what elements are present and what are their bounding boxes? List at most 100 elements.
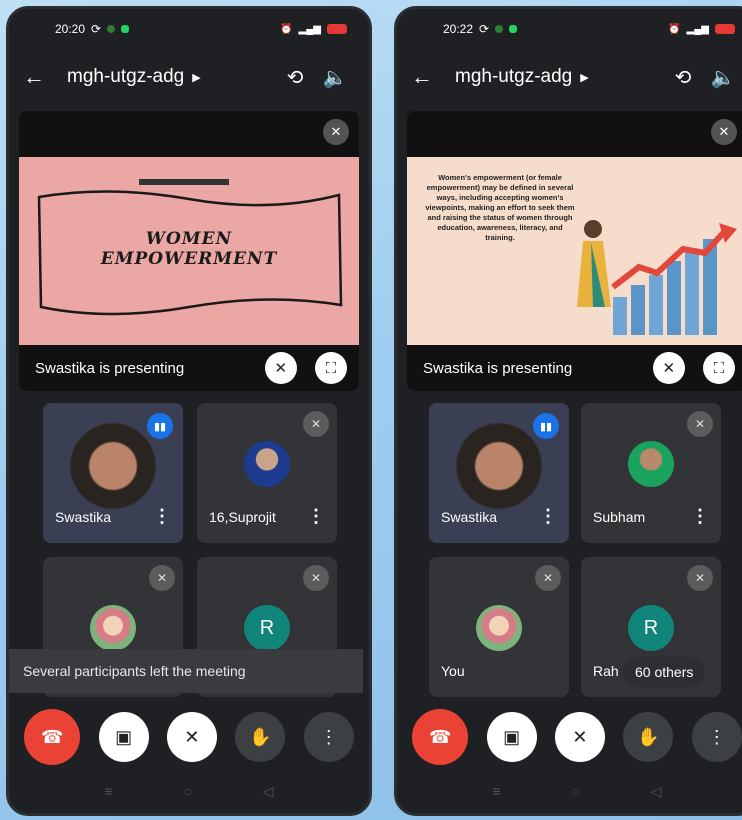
participant-name: Subham [593, 509, 646, 525]
status-bar: 20:20 ⟳ ⏰ ▂▄▆ [9, 9, 369, 49]
raise-hand-button[interactable]: ✋ [235, 712, 286, 762]
speaking-indicator-icon: ▮▮ [533, 413, 559, 439]
more-vert-icon[interactable]: ⋮ [539, 506, 557, 527]
speaking-indicator-icon: ▮▮ [147, 413, 173, 439]
camera-toggle-button[interactable]: ▣ [486, 712, 537, 762]
avatar [476, 605, 522, 651]
call-controls: ☎ ▣ ✕ ✋ ⋮ [397, 709, 742, 765]
end-call-button[interactable]: ☎ [412, 709, 469, 765]
home-icon[interactable]: ○ [571, 783, 579, 799]
back-nav-icon[interactable]: ◁ [263, 783, 274, 800]
speaker-icon[interactable]: 🔈 [703, 65, 742, 90]
participant-name: Swastika [55, 509, 112, 525]
mic-off-icon: ✕ [323, 119, 349, 145]
fullscreen-icon[interactable]: ⛶ [315, 352, 347, 385]
participant-tile[interactable]: ✕ You [429, 557, 569, 697]
others-chip[interactable]: 60 others [623, 657, 706, 687]
meeting-code[interactable]: mgh-utgz-adg ▶ [67, 66, 275, 88]
battery-icon [327, 24, 347, 34]
more-options-button[interactable]: ⋮ [303, 712, 354, 762]
participant-tile[interactable]: ✕ 16,Suprojit ⋮ [197, 403, 337, 543]
presentation-slide[interactable]: Women's empowerment (or female empowerme… [407, 157, 742, 345]
participant-name: Rah [593, 663, 619, 679]
slide-title-line1: WOMEN [145, 229, 233, 249]
presentation-card: ✕ Women's empowerment (or female empower… [407, 111, 742, 391]
participant-tile[interactable]: ▮▮ Swastika ⋮ [429, 403, 569, 543]
camera-toggle-button[interactable]: ▣ [98, 712, 149, 762]
recent-apps-icon[interactable]: ≡ [104, 783, 112, 799]
home-icon[interactable]: ○ [183, 783, 191, 799]
chevron-right-icon: ▶ [580, 71, 589, 84]
system-nav-bar: ≡ ○ ◁ [397, 769, 742, 813]
meeting-code-label: mgh-utgz-adg [455, 66, 573, 87]
mic-off-icon: ✕ [184, 726, 200, 747]
speaker-icon[interactable]: 🔈 [315, 65, 355, 90]
camera-switch-icon[interactable]: ⟲ [275, 65, 315, 90]
phone-end-icon: ☎ [428, 726, 452, 747]
camera-off-icon: ▣ [115, 726, 133, 747]
fullscreen-icon[interactable]: ⛶ [703, 352, 735, 385]
signal-icon: ▂▄▆ [686, 23, 709, 35]
participant-name: Swastika [441, 509, 498, 525]
presenter-label: Swastika is presenting [423, 359, 573, 377]
participant-tile[interactable]: ✕ Subham ⋮ [581, 403, 721, 543]
mic-off-icon: ✕ [535, 565, 561, 591]
avatar [244, 441, 290, 487]
raise-hand-button[interactable]: ✋ [623, 712, 674, 762]
toast-message: Several participants left the meeting [9, 649, 363, 693]
phone-end-icon: ☎ [40, 726, 64, 747]
presentation-card: ✕ WOMEN EMPOWERMENT Swastika is presenti… [19, 111, 359, 391]
slide-illustration [577, 220, 737, 335]
participant-name: You [441, 663, 465, 679]
camera-off-icon: ▣ [503, 726, 521, 747]
hand-icon: ✋ [249, 726, 272, 747]
sync-icon: ⟳ [91, 22, 102, 36]
mic-off-icon: ✕ [149, 565, 175, 591]
avatar: R [628, 605, 674, 651]
slide-title-line2: EMPOWERMENT [100, 249, 278, 269]
mic-off-icon: ✕ [711, 119, 737, 145]
app-bar: ← mgh-utgz-adg ▶ ⟲ 🔈 [397, 49, 742, 105]
presenter-label: Swastika is presenting [35, 359, 185, 377]
sync-icon: ⟳ [479, 22, 490, 36]
notification-dot-icon [495, 25, 504, 33]
participant-name: 16,Suprojit [209, 509, 276, 525]
avatar [628, 441, 674, 487]
recent-apps-icon[interactable]: ≡ [492, 783, 500, 799]
system-nav-bar: ≡ ○ ◁ [9, 769, 369, 813]
chevron-right-icon: ▶ [192, 71, 201, 84]
call-controls: ☎ ▣ ✕ ✋ ⋮ [9, 709, 369, 765]
mic-toggle-button[interactable]: ✕ [166, 712, 217, 762]
more-vert-icon[interactable]: ⋮ [307, 506, 325, 527]
mic-off-icon[interactable]: ✕ [264, 351, 297, 384]
mic-toggle-button[interactable]: ✕ [554, 712, 605, 762]
whatsapp-icon [509, 25, 518, 33]
more-vert-icon[interactable]: ⋮ [153, 506, 171, 527]
meeting-code[interactable]: mgh-utgz-adg ▶ [455, 66, 663, 88]
signal-icon: ▂▄▆ [298, 23, 321, 35]
mic-off-icon: ✕ [687, 565, 713, 591]
app-bar: ← mgh-utgz-adg ▶ ⟲ 🔈 [9, 49, 369, 105]
end-call-button[interactable]: ☎ [24, 709, 81, 765]
phone-screen-right: 20:22 ⟳ ⏰ ▂▄▆ ← mgh-utgz-adg ▶ ⟲ 🔈 ✕ Wom… [394, 6, 742, 816]
more-vert-icon[interactable]: ⋮ [691, 506, 709, 527]
battery-icon [715, 24, 735, 34]
avatar [90, 605, 136, 651]
alarm-icon: ⏰ [668, 23, 681, 35]
camera-switch-icon[interactable]: ⟲ [663, 65, 703, 90]
status-bar: 20:22 ⟳ ⏰ ▂▄▆ [397, 9, 742, 49]
status-time: 20:22 [443, 22, 474, 36]
hand-icon: ✋ [637, 726, 660, 747]
phone-screen-left: 20:20 ⟳ ⏰ ▂▄▆ ← mgh-utgz-adg ▶ ⟲ 🔈 ✕ WOM… [6, 6, 372, 816]
mic-off-icon: ✕ [572, 726, 588, 747]
arrow-left-icon[interactable]: ← [411, 64, 455, 90]
presentation-slide[interactable]: WOMEN EMPOWERMENT [19, 157, 359, 345]
mic-off-icon[interactable]: ✕ [652, 351, 685, 384]
meeting-code-label: mgh-utgz-adg [67, 66, 185, 87]
arrow-left-icon[interactable]: ← [23, 64, 67, 90]
participant-tile[interactable]: ▮▮ Swastika ⋮ [43, 403, 183, 543]
whatsapp-icon [121, 25, 130, 33]
back-nav-icon[interactable]: ◁ [651, 783, 662, 800]
more-options-button[interactable]: ⋮ [691, 712, 742, 762]
status-time: 20:20 [55, 22, 86, 36]
